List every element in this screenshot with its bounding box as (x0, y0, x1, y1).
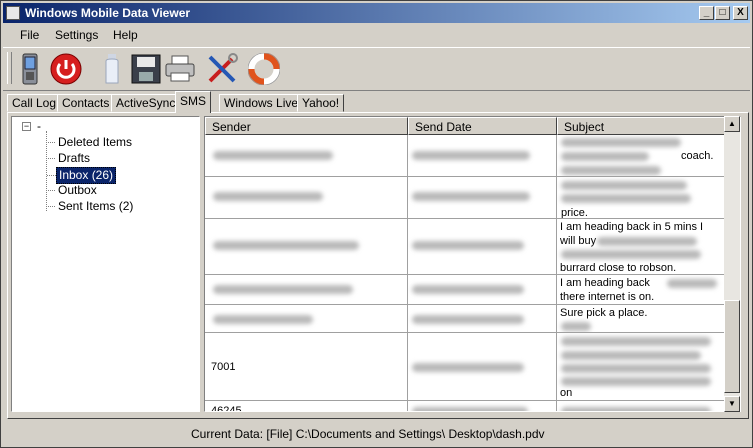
scroll-thumb[interactable] (724, 300, 740, 393)
column-header-sender[interactable]: Sender (205, 117, 408, 135)
tools-icon (208, 53, 238, 83)
tree-root[interactable]: - (37, 119, 41, 133)
maximize-button[interactable]: □ (715, 6, 730, 20)
power-icon (50, 53, 82, 85)
device-icon (22, 53, 38, 85)
vertical-scrollbar[interactable]: ▲ ▼ (724, 116, 740, 412)
toolbar-grip[interactable] (7, 52, 12, 84)
subject-cell: coach. (557, 135, 725, 176)
subject-cell: I am heading back there internet is on. (557, 275, 725, 304)
sender-cell (205, 135, 408, 176)
date-cell (408, 305, 557, 332)
table-row[interactable]: I am heading back there internet is on. (205, 275, 725, 305)
menu-help[interactable]: Help (113, 28, 138, 42)
print-icon (165, 55, 195, 82)
collapse-icon[interactable]: − (22, 122, 31, 131)
scroll-up-arrow-icon[interactable]: ▲ (724, 116, 740, 132)
help-button[interactable] (247, 52, 281, 86)
date-cell (408, 401, 557, 411)
save-icon (131, 54, 161, 84)
bottle-button[interactable] (95, 52, 129, 86)
sender-cell: 7001 (205, 333, 408, 400)
tree-item-outbox[interactable]: Outbox (46, 183, 99, 198)
tab-activesync[interactable]: ActiveSync (111, 94, 181, 112)
subject-fragment: burrard close to robson. (560, 262, 677, 274)
folder-tree: − - Deleted Items Drafts Inbox (26) Outb… (11, 116, 200, 412)
sender-cell (205, 305, 408, 332)
tab-contacts[interactable]: Contacts (57, 94, 115, 112)
tools-button[interactable] (205, 52, 239, 86)
date-cell (408, 135, 557, 176)
tab-sms[interactable]: SMS (175, 91, 212, 113)
tree-item-deleted[interactable]: Deleted Items (45, 135, 134, 150)
app-window: Windows Mobile Data Viewer _ □ X File Se… (0, 0, 753, 448)
status-bar: Current Data: [File] C:\Documents and Se… (3, 425, 750, 445)
sender-cell (205, 275, 408, 304)
tab-windows-live[interactable]: Windows Live (219, 94, 304, 112)
sender-cell: 46245 (205, 401, 408, 411)
print-button[interactable] (163, 52, 197, 86)
scroll-down-arrow-icon[interactable]: ▼ (724, 396, 740, 412)
minimize-button[interactable]: _ (699, 6, 714, 20)
toolbar (3, 47, 750, 91)
device-button[interactable] (13, 52, 47, 86)
column-header-subject[interactable]: Subject (557, 117, 725, 135)
subject-cell: Sure pick a place. (557, 305, 725, 332)
table-row[interactable]: Sure pick a place. (205, 305, 725, 333)
tab-yahoo[interactable]: Yahoo! (297, 94, 345, 112)
table-row[interactable]: coach. (205, 135, 725, 177)
help-lifebuoy-icon (248, 53, 280, 85)
tab-call-log[interactable]: Call Log (7, 94, 62, 112)
app-icon (6, 6, 20, 20)
tree-item-drafts[interactable]: Drafts (45, 151, 92, 166)
subject-fragment: I am heading back (560, 277, 650, 289)
close-button[interactable]: X (733, 6, 748, 20)
window-title: Windows Mobile Data Viewer (25, 6, 191, 20)
subject-cell: on (557, 333, 725, 400)
tree-item-inbox[interactable]: Inbox (26) (46, 167, 117, 184)
table-row[interactable]: price. (205, 177, 725, 219)
save-button[interactable] (129, 52, 163, 86)
subject-cell: I am heading back in 5 mins I will buy b… (557, 219, 725, 274)
sender-cell (205, 219, 408, 274)
subject-cell (557, 401, 725, 411)
subject-fragment: on (560, 387, 573, 399)
column-header-send-date[interactable]: Send Date (408, 117, 557, 135)
menu-file[interactable]: File (20, 28, 39, 42)
subject-fragment: Sure pick a place. (560, 307, 648, 319)
date-cell (408, 219, 557, 274)
menu-bar: File Settings Help (3, 25, 750, 45)
status-current-data: Current Data: [File] C:\Documents and Se… (191, 427, 545, 441)
sender-cell (205, 177, 408, 218)
subject-fragment: there internet is on. (560, 291, 655, 303)
tree-item-sent[interactable]: Sent Items (2) (45, 199, 135, 214)
table-row[interactable]: 46245 (205, 401, 725, 411)
date-cell (408, 275, 557, 304)
table-row[interactable]: 7001 on (205, 333, 725, 401)
power-button[interactable] (49, 52, 83, 86)
date-cell (408, 333, 557, 400)
date-cell (408, 177, 557, 218)
message-grid: Sender Send Date Subject coach. price. I… (204, 116, 741, 412)
table-row[interactable]: I am heading back in 5 mins I will buy b… (205, 219, 725, 275)
bottle-icon (105, 54, 119, 84)
subject-cell: price. (557, 177, 725, 218)
tree-connector (46, 131, 47, 211)
menu-settings[interactable]: Settings (55, 28, 98, 42)
title-bar[interactable]: Windows Mobile Data Viewer _ □ X (3, 3, 750, 23)
subject-fragment: price. (561, 207, 588, 218)
subject-fragment: coach. (681, 150, 714, 162)
